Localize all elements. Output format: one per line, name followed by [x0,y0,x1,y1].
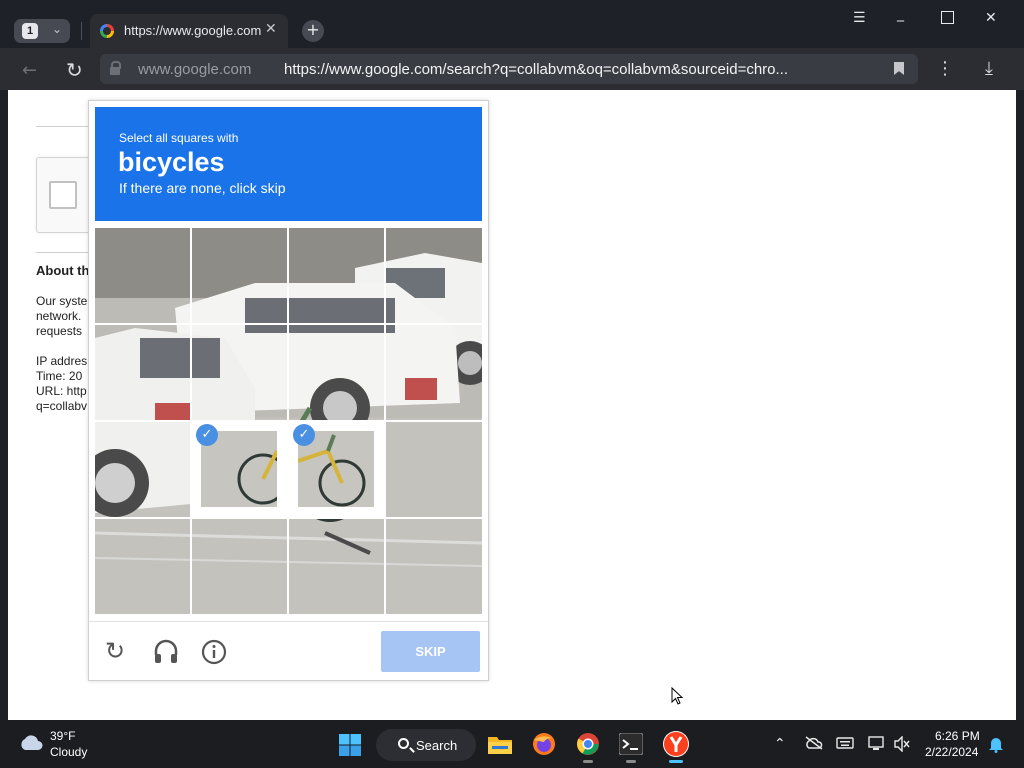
app-running-indicator [583,760,593,763]
lock-icon [110,61,121,75]
captcha-tile-6[interactable] [192,325,287,420]
chevron-up-icon[interactable]: ⌃ [774,736,786,752]
search-label: Search [416,738,458,753]
captcha-instruction: Select all squares with [119,131,239,145]
checkmark-icon: ✓ [196,424,218,446]
google-favicon-icon [100,24,114,38]
captcha-tile-15[interactable] [289,519,384,614]
captcha-tile-14[interactable] [192,519,287,614]
divider [89,621,488,622]
download-icon[interactable]: ⤓ [985,58,993,79]
captcha-tile-2[interactable] [192,228,287,323]
firefox-icon[interactable] [532,732,556,761]
chrome-icon[interactable] [576,732,600,761]
captcha-target: bicycles [118,147,225,177]
clock-time[interactable]: 6:26 PM [935,729,980,743]
tab-counter-button[interactable]: 1 ⌄ [14,19,70,43]
audio-challenge-icon[interactable] [153,639,179,671]
captcha-header: Select all squares with bicycles If ther… [95,107,482,221]
tab-strip: 1 ⌄ https://www.google.com ✕ + ☰ _ ✕ [0,0,1024,48]
page-text-line: Time: 20 [36,369,83,383]
notification-bell-icon[interactable] [988,735,1004,757]
divider [36,252,96,253]
chevron-down-icon: ⌄ [52,22,63,36]
page-text-line: IP addres [36,354,88,368]
new-tab-button[interactable]: + [302,20,324,42]
captcha-tile-12[interactable] [386,422,482,517]
taskbar-search[interactable]: Search [376,729,476,761]
address-domain: www.google.com [138,61,252,78]
yandex-browser-icon[interactable] [663,731,689,757]
captcha-tile-13[interactable] [95,519,190,614]
clock-date[interactable]: 2/22/2024 [925,745,978,759]
skip-button[interactable]: SKIP [381,631,480,672]
search-icon [398,738,409,749]
captcha-tile-4[interactable] [386,228,482,323]
weather-temp: 39°F [50,729,76,743]
cloud-icon [21,735,43,750]
app-running-indicator [626,760,636,763]
captcha-hint: If there are none, click skip [119,180,286,196]
network-icon[interactable] [868,736,886,756]
captcha-tile-9[interactable] [95,422,190,517]
onedrive-icon[interactable] [805,736,823,754]
weather-widget[interactable] [18,733,44,758]
checkmark-icon: ✓ [293,424,315,446]
reload-button[interactable]: ↻ [66,58,83,82]
page-text-line: Our syste [36,294,88,308]
window-edge-left [0,90,8,720]
mouse-cursor-icon [671,687,683,705]
page-text-line: requests [36,324,83,338]
terminal-icon[interactable] [618,732,644,760]
reload-challenge-icon[interactable]: ↻ [105,637,125,665]
bookmark-icon[interactable] [894,62,904,75]
back-button[interactable]: ← [22,60,37,81]
recaptcha-checkbox[interactable] [49,181,77,209]
close-window-button[interactable]: ✕ [985,10,997,26]
divider [36,126,96,127]
about-heading: About th [36,263,90,278]
captcha-tile-8[interactable] [386,325,482,420]
captcha-tile-5[interactable] [95,325,190,420]
captcha-tile-3[interactable] [289,228,384,323]
volume-muted-icon[interactable] [893,735,911,756]
captcha-image-grid: ✓ ✓ [95,228,482,614]
menu-icon[interactable]: ☰ [853,10,866,26]
page-text-line: network. [36,309,82,323]
file-explorer-icon[interactable] [487,732,513,761]
address-url[interactable]: https://www.google.com/search?q=collabvm… [284,61,864,78]
browser-window: 1 ⌄ https://www.google.com ✕ + ☰ _ ✕ ← ↻… [0,0,1024,720]
more-options-icon[interactable]: ⋮ [936,58,954,79]
keyboard-icon[interactable] [836,736,854,754]
captcha-challenge: Select all squares with bicycles If ther… [88,100,489,681]
recaptcha-checkbox-widget[interactable] [36,157,96,233]
tab-count: 1 [22,23,38,39]
windows-logo-icon [339,734,361,756]
page-text-line[interactable]: URL: http [36,384,87,399]
captcha-tile-7[interactable] [289,325,384,420]
close-tab-icon[interactable]: ✕ [265,21,277,37]
start-button[interactable] [338,733,362,757]
window-edge-right [1016,90,1024,720]
weather-desc: Cloudy [50,745,88,759]
page-text-line[interactable]: q=collabv [36,399,87,414]
tab-title: https://www.google.com [124,23,262,38]
tab-google[interactable]: https://www.google.com ✕ [90,14,288,48]
captcha-tile-1[interactable] [95,228,190,323]
info-icon[interactable] [201,639,227,671]
tab-separator [81,22,82,40]
minimize-button[interactable]: _ [897,6,904,22]
captcha-tile-16[interactable] [386,519,482,614]
maximize-button[interactable] [941,11,954,24]
address-bar[interactable]: www.google.com https://www.google.com/se… [100,54,918,84]
app-active-indicator [669,760,683,763]
